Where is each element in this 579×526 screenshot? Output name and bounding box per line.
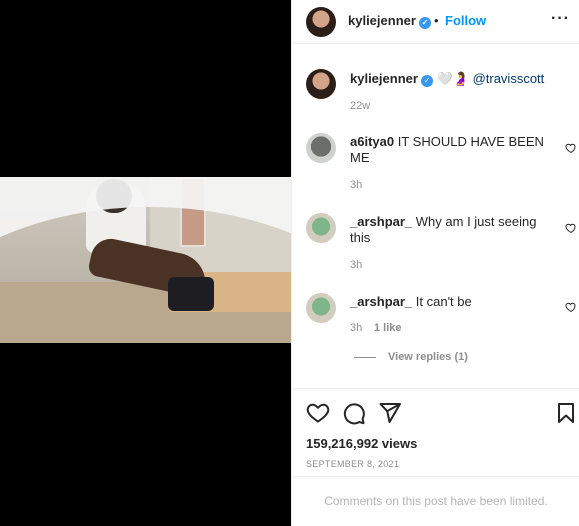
- author-avatar[interactable]: [306, 7, 336, 37]
- comment-like-heart-icon[interactable]: [565, 222, 577, 234]
- comment-time: 3h: [350, 322, 363, 334]
- view-replies-divider: [354, 356, 376, 358]
- heart-icon[interactable]: [306, 401, 330, 425]
- author-username[interactable]: kyliejenner ✓: [348, 13, 431, 29]
- comment-body: It can't be: [415, 294, 472, 309]
- follow-button[interactable]: Follow: [445, 13, 486, 28]
- comment-username[interactable]: _arshpar_: [350, 214, 412, 229]
- share-icon[interactable]: [378, 401, 402, 425]
- comment-username[interactable]: _arshpar_: [350, 294, 412, 309]
- post-date[interactable]: SEPTEMBER 8, 2021: [306, 459, 399, 469]
- comment-text: _arshpar_ Why am I just seeing this: [350, 214, 550, 246]
- header-separator: •: [434, 13, 439, 28]
- video-mirror-frame: [0, 207, 291, 343]
- post-side-panel: kyliejenner ✓ • Follow ··· kyliejenner ✓ 🤍…: [291, 0, 579, 526]
- comment-likes-count[interactable]: 1 like: [374, 322, 402, 334]
- bookmark-icon[interactable]: [554, 401, 578, 425]
- view-replies-label[interactable]: View replies (1): [388, 351, 468, 363]
- comment-time: 3h: [350, 179, 363, 191]
- comment-text: _arshpar_ It can't be: [350, 294, 550, 310]
- post-video[interactable]: [0, 177, 291, 343]
- comment-username[interactable]: a6itya0: [350, 134, 394, 149]
- comment-avatar[interactable]: [306, 133, 336, 163]
- comments-list[interactable]: kyliejenner ✓ 🤍🤰 @travisscott 22w a6itya0…: [292, 45, 579, 388]
- post-header: kyliejenner ✓ • Follow ···: [292, 0, 579, 44]
- more-options-icon[interactable]: ···: [551, 10, 570, 28]
- comment-text: a6itya0 IT SHOULD HAVE BEEN ME: [350, 134, 550, 166]
- post-actions: 159,216,992 views SEPTEMBER 8, 2021: [292, 388, 579, 476]
- comment-like-heart-icon[interactable]: [565, 301, 577, 313]
- comment-icon[interactable]: [342, 401, 366, 425]
- verified-icon: ✓: [420, 75, 433, 87]
- caption-avatar[interactable]: [306, 69, 336, 99]
- view-replies-button[interactable]: View replies (1): [354, 351, 468, 363]
- author-username-text[interactable]: kyliejenner: [348, 13, 416, 28]
- post-media-container: [0, 0, 291, 526]
- comment-avatar[interactable]: [306, 213, 336, 243]
- caption-time: 22w: [350, 100, 371, 112]
- caption-emoji: 🤍🤰: [436, 71, 469, 86]
- caption-mention-link[interactable]: @travisscott: [473, 71, 545, 86]
- caption-username[interactable]: kyliejenner: [350, 71, 418, 86]
- comment-avatar[interactable]: [306, 293, 336, 323]
- comment-like-heart-icon[interactable]: [565, 142, 577, 154]
- verified-icon: ✓: [418, 17, 431, 29]
- comments-limited-notice: Comments on this post have been limited.: [292, 476, 579, 526]
- caption-text: kyliejenner ✓ 🤍🤰 @travisscott: [350, 71, 544, 87]
- view-count[interactable]: 159,216,992 views: [306, 436, 417, 451]
- comment-time: 3h: [350, 259, 363, 271]
